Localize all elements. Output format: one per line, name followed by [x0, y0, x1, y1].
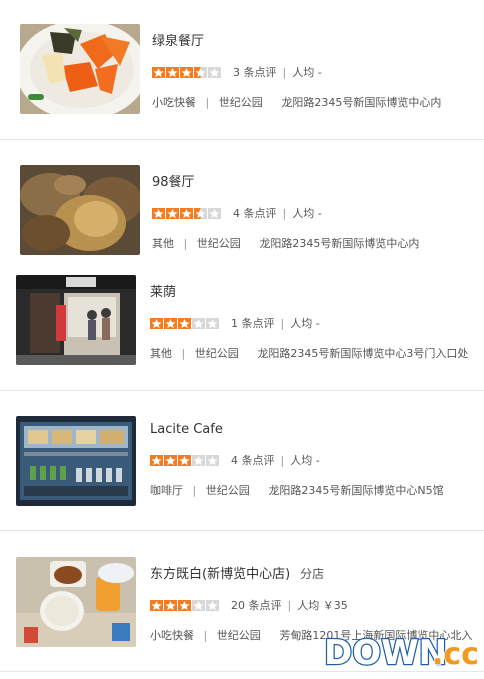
- restaurant-name[interactable]: 98餐厅: [152, 171, 419, 190]
- star-empty-icon: [208, 207, 221, 219]
- star-full-icon: [166, 66, 179, 78]
- display-fridge-photo-icon: [16, 416, 136, 506]
- area-tag[interactable]: 世纪公园: [206, 484, 250, 497]
- branch-link[interactable]: 分店: [300, 567, 324, 581]
- star-full-icon: [166, 207, 179, 219]
- separator: |: [183, 237, 188, 250]
- average-price: 人均 ￥35: [297, 599, 348, 612]
- category-tag[interactable]: 小吃快餐: [150, 629, 194, 642]
- average-price: 人均 -: [292, 66, 322, 79]
- star-full-icon: [152, 207, 165, 219]
- star-empty-icon: [192, 317, 205, 329]
- category-tag[interactable]: 小吃快餐: [152, 96, 196, 109]
- star-full-icon: [178, 454, 191, 466]
- star-empty-icon: [206, 317, 219, 329]
- average-price: 人均 -: [290, 317, 320, 330]
- star-half-icon: [194, 66, 207, 78]
- restaurant-item[interactable]: Lacite Cafe 4 条点评 | 人均 - 咖啡厅 | 世纪公园 | 龙阳…: [0, 416, 484, 512]
- watermark-text-b: .cc: [432, 637, 479, 672]
- address-text: 龙阳路2345号新国际博览中心内: [259, 237, 420, 250]
- star-empty-icon: [192, 454, 205, 466]
- separator: |: [192, 484, 197, 497]
- watermark-text-a: DOWN: [324, 633, 447, 673]
- divider: [0, 530, 484, 531]
- divider: [0, 139, 484, 140]
- area-tag[interactable]: 世纪公园: [217, 629, 261, 642]
- star-full-icon: [180, 66, 193, 78]
- average-price: 人均 -: [292, 207, 322, 220]
- star-rating: [150, 317, 219, 329]
- restaurant-photo[interactable]: [20, 24, 140, 114]
- restaurant-name[interactable]: 绿泉餐厅: [152, 30, 441, 49]
- star-full-icon: [178, 317, 191, 329]
- food-dish-photo-icon: [20, 165, 140, 255]
- restaurant-photo[interactable]: [16, 275, 136, 365]
- area-tag[interactable]: 世纪公园: [197, 237, 241, 250]
- star-full-icon: [164, 599, 177, 611]
- divider: [0, 390, 484, 391]
- area-tag[interactable]: 世纪公园: [219, 96, 263, 109]
- separator: |: [203, 629, 208, 642]
- food-plate-photo-icon: [20, 24, 140, 114]
- star-half-icon: [194, 207, 207, 219]
- separator: |: [282, 65, 287, 79]
- address-text: 龙阳路2345号新国际博览中心N5馆: [268, 484, 444, 497]
- storefront-photo-icon: [16, 275, 136, 365]
- star-full-icon: [152, 66, 165, 78]
- restaurant-photo[interactable]: [16, 557, 136, 647]
- separator: |: [282, 206, 287, 220]
- star-full-icon: [150, 599, 163, 611]
- category-tag[interactable]: 其他: [150, 347, 172, 360]
- review-count[interactable]: 3 条点评: [233, 64, 277, 80]
- star-full-icon: [164, 454, 177, 466]
- down-cc-watermark-logo: DOWN .cc: [323, 632, 480, 674]
- address-text: 龙阳路2345号新国际博览中心内: [281, 96, 442, 109]
- restaurant-item[interactable]: 莱荫 1 条点评 | 人均 - 其他 | 世纪公园 | 龙阳路2345号新国际博…: [0, 275, 484, 371]
- star-empty-icon: [206, 454, 219, 466]
- restaurant-item[interactable]: 98餐厅 4 条点评 | 人均 - 其他 | 世纪公园 | 龙阳路2345号新国…: [0, 165, 484, 261]
- star-rating: [152, 207, 221, 219]
- separator: |: [205, 96, 210, 109]
- star-empty-icon: [208, 66, 221, 78]
- restaurant-photo[interactable]: [16, 416, 136, 506]
- separator: |: [280, 453, 285, 467]
- address-text: 龙阳路2345号新国际博览中心3号门入口处: [257, 347, 469, 360]
- review-count[interactable]: 4 条点评: [233, 205, 277, 221]
- meal-tray-photo-icon: [16, 557, 136, 647]
- average-price: 人均 -: [290, 454, 320, 467]
- star-full-icon: [164, 317, 177, 329]
- review-count[interactable]: 1 条点评: [231, 315, 275, 331]
- area-tag[interactable]: 世纪公园: [195, 347, 239, 360]
- category-tag[interactable]: 咖啡厅: [150, 484, 183, 497]
- restaurant-name[interactable]: Lacite Cafe: [150, 422, 444, 437]
- separator: |: [287, 598, 292, 612]
- star-rating: [150, 599, 219, 611]
- restaurant-photo[interactable]: [20, 165, 140, 255]
- separator: |: [280, 316, 285, 330]
- star-empty-icon: [192, 599, 205, 611]
- review-count[interactable]: 4 条点评: [231, 452, 275, 468]
- star-full-icon: [150, 317, 163, 329]
- star-full-icon: [150, 454, 163, 466]
- separator: |: [181, 347, 186, 360]
- star-full-icon: [180, 207, 193, 219]
- star-full-icon: [178, 599, 191, 611]
- restaurant-item[interactable]: 绿泉餐厅 3 条点评 | 人均 - 小吃快餐 | 世纪公园 | 龙阳路2345号…: [0, 24, 484, 120]
- category-tag[interactable]: 其他: [152, 237, 174, 250]
- review-count[interactable]: 20 条点评: [231, 597, 282, 613]
- star-empty-icon: [206, 599, 219, 611]
- restaurant-name[interactable]: 东方既白(新博览中心店): [150, 567, 290, 582]
- star-rating: [150, 454, 219, 466]
- restaurant-name[interactable]: 莱荫: [150, 281, 468, 300]
- star-rating: [152, 66, 221, 78]
